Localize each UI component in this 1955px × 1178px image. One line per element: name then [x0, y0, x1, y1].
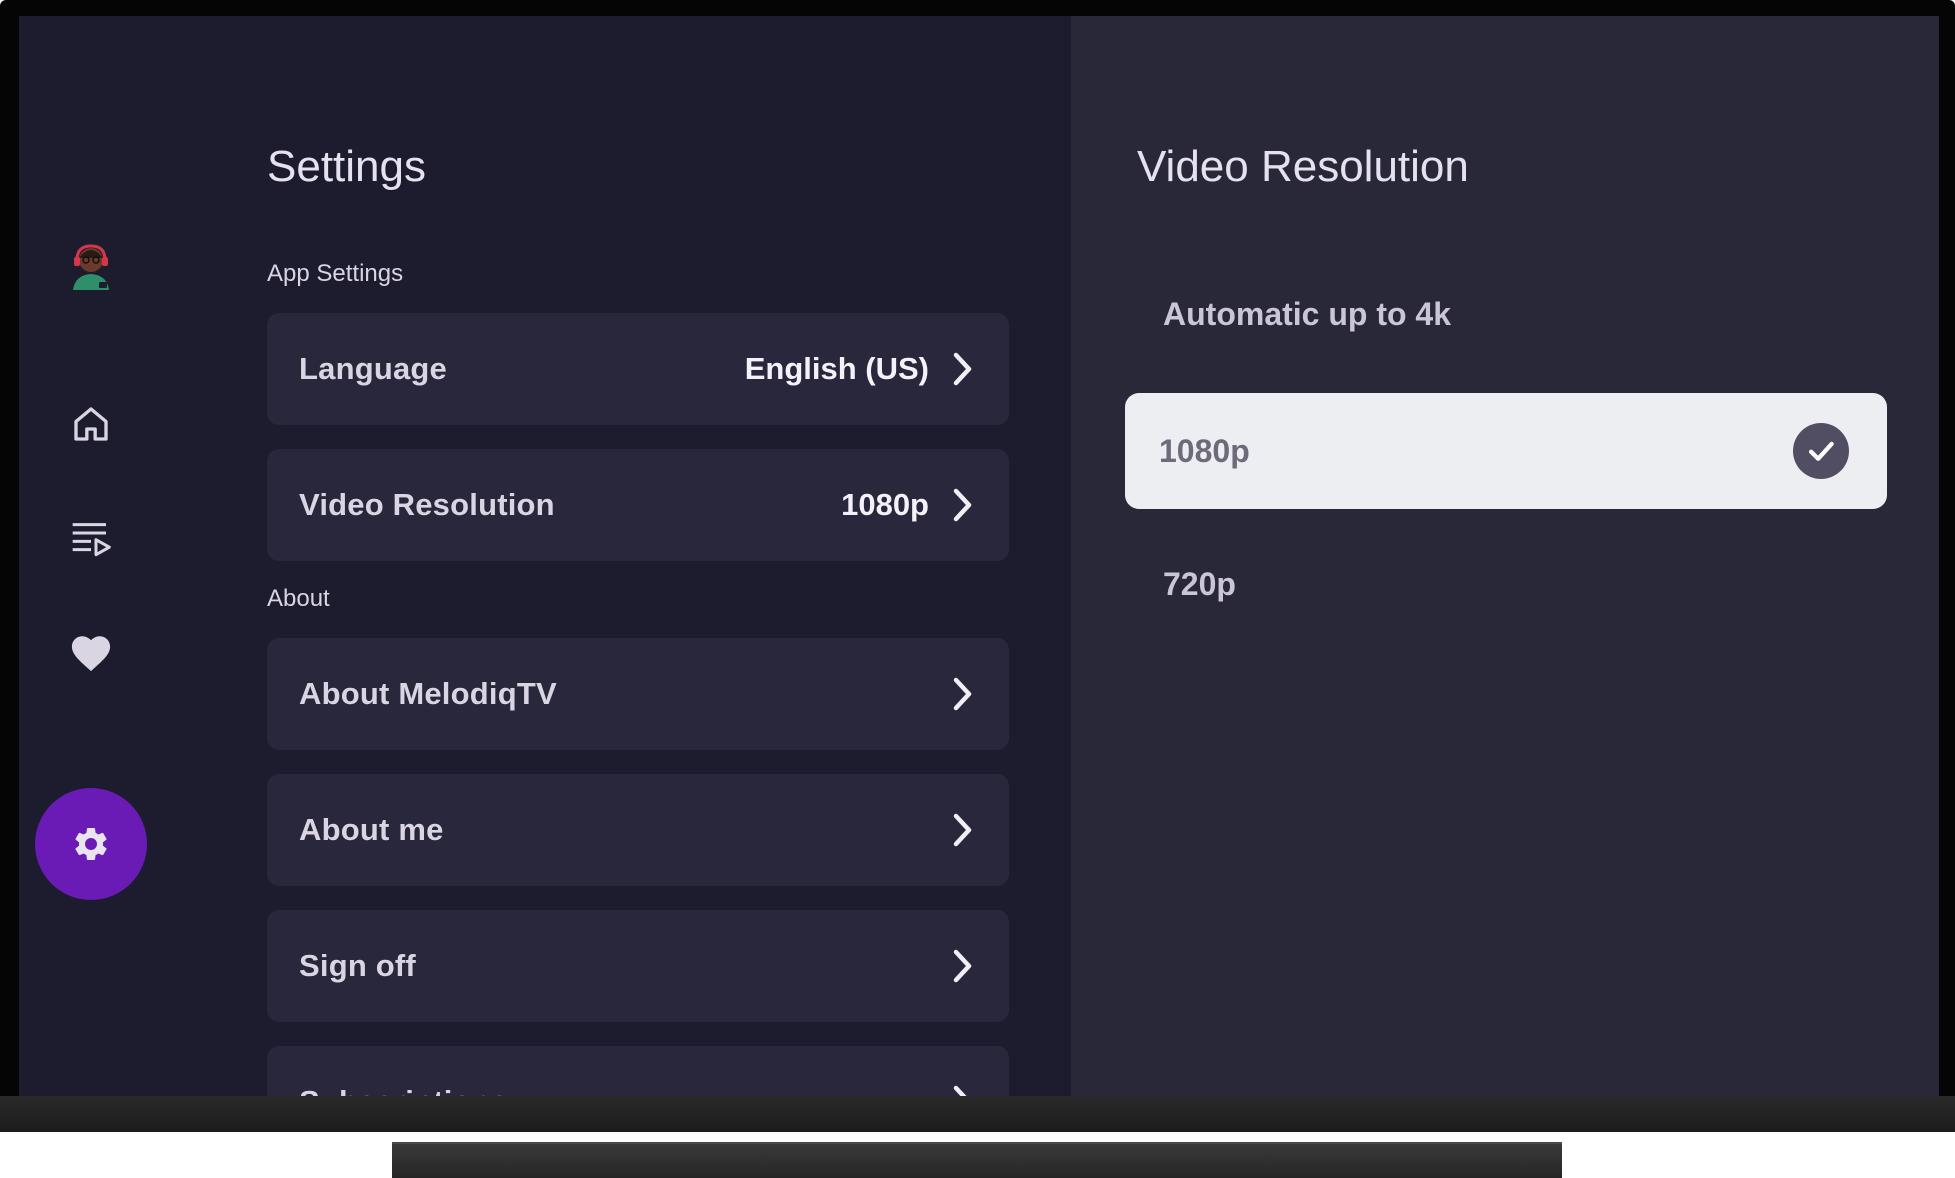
subscriptions-label: Subscriptions [299, 1084, 951, 1096]
chevron-right-icon [953, 352, 972, 386]
language-value: English (US) [744, 351, 929, 386]
nav-rail [19, 16, 249, 1096]
page-title: Settings [267, 142, 426, 191]
home-icon[interactable] [35, 368, 147, 480]
option-1080p[interactable]: 1080p [1125, 393, 1887, 509]
language-row[interactable]: Language English (US) [267, 313, 1009, 425]
section-label-about: About [267, 585, 330, 612]
sign-off-label: Sign off [299, 948, 416, 983]
avatar[interactable] [35, 210, 147, 322]
settings-nav-button[interactable] [35, 788, 147, 900]
option-label: Automatic up to 4k [1163, 295, 1452, 332]
playlist-icon[interactable] [35, 482, 147, 594]
about-me-label: About me [299, 812, 444, 847]
option-720p[interactable]: 720p [1125, 526, 1887, 642]
option-label: 1080p [1159, 432, 1250, 469]
heart-icon[interactable] [35, 597, 147, 709]
tv-chin [0, 1096, 1955, 1132]
video-resolution-row[interactable]: Video Resolution 1080p [267, 449, 1009, 561]
section-label-app-settings: App Settings [267, 260, 404, 287]
chevron-right-icon [953, 1085, 967, 1096]
chevron-right-icon [953, 813, 972, 847]
avatar-icon [73, 244, 109, 290]
chevron-right-icon [953, 488, 972, 522]
gear-icon [75, 828, 107, 860]
panel-title: Video Resolution [1137, 142, 1469, 191]
language-label: Language [299, 351, 448, 386]
subscriptions-row[interactable]: Subscriptions [267, 1046, 1009, 1096]
tv-screen: Settings App Settings Language English (… [19, 16, 1939, 1096]
about-app-row[interactable]: About MelodiqTV [267, 638, 1009, 750]
home-icon-glyph [74, 407, 108, 441]
settings-pane: Settings App Settings Language English (… [19, 16, 1071, 1096]
heart-icon-glyph [71, 636, 111, 672]
chevron-right-icon [953, 677, 972, 711]
video-resolution-value: 1080p [841, 487, 929, 522]
sign-off-row[interactable]: Sign off [267, 910, 1009, 1022]
chevron-right-icon [953, 949, 972, 983]
option-label: 720p [1163, 565, 1236, 602]
playlist-icon-glyph [72, 523, 111, 557]
tv-stand [392, 1142, 1562, 1178]
option-automatic-4k[interactable]: Automatic up to 4k [1125, 256, 1887, 372]
video-resolution-label: Video Resolution [299, 487, 555, 522]
about-me-row[interactable]: About me [267, 774, 1009, 886]
check-circle-icon [1793, 423, 1849, 479]
video-resolution-panel: Video Resolution Automatic up to 4k 1080… [1071, 16, 1939, 1096]
about-app-label: About MelodiqTV [299, 676, 557, 711]
